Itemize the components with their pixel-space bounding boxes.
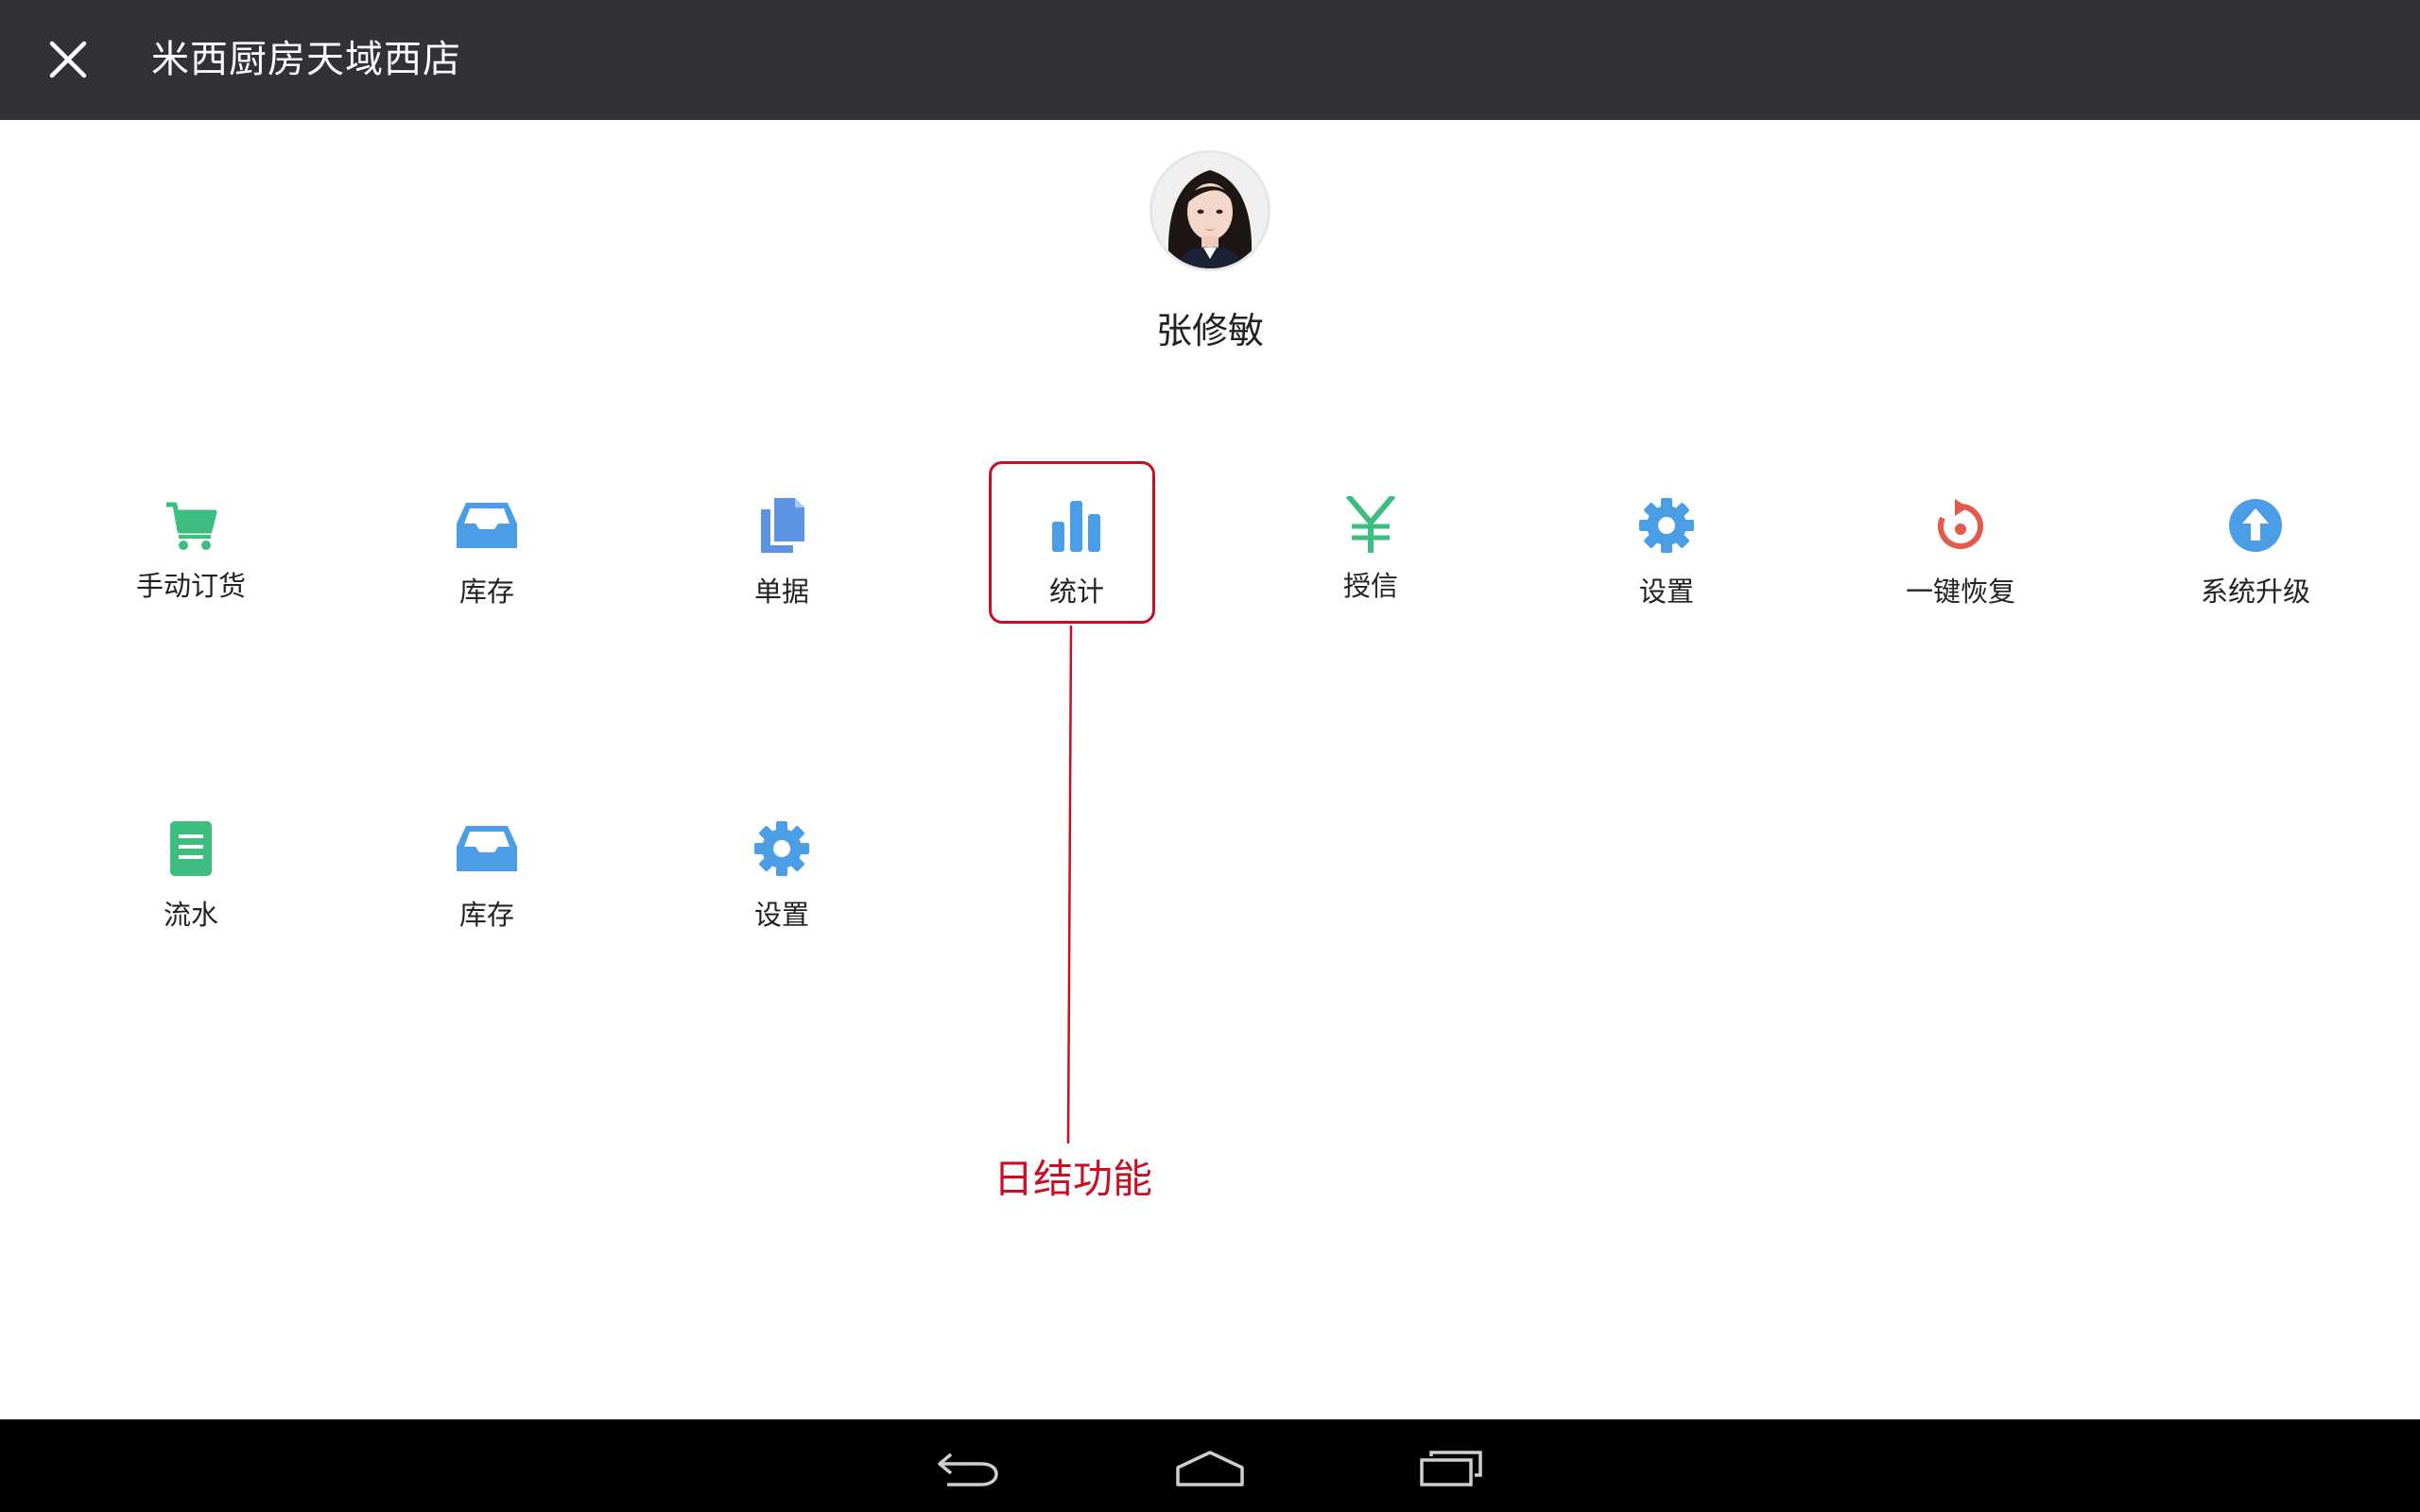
menu-item-label: 库存 [458, 576, 514, 608]
gear-icon [1639, 498, 1694, 553]
store-title: 米西厨房天域西店 [151, 38, 461, 81]
inbox-tray-icon [457, 503, 517, 548]
menu-item-transactions[interactable]: 流水 [78, 805, 304, 966]
app-header: 米西厨房天域西店 [0, 0, 2420, 120]
back-icon [938, 1452, 998, 1486]
close-icon [49, 41, 87, 78]
menu-item-label: 设置 [753, 899, 809, 931]
menu-item-label: 统计 [1048, 576, 1104, 608]
user-avatar-photo [1152, 153, 1268, 268]
avatar[interactable] [1150, 150, 1270, 271]
menu-item-one-click-restore[interactable]: 一键恢复 [1847, 482, 2074, 643]
menu-item-label: 单据 [753, 576, 809, 608]
menu-item-credit[interactable]: 授信 [1257, 482, 1484, 643]
close-button[interactable] [40, 30, 96, 89]
gear-icon [754, 821, 809, 876]
menu-item-manual-order[interactable]: 手动订货 [78, 482, 304, 643]
menu-item-label: 授信 [1342, 570, 1398, 602]
annotation-label: 日结功能 [993, 1156, 1152, 1202]
menu-item-system-upgrade[interactable]: 系统升级 [2142, 482, 2369, 643]
menu-item-label: 流水 [163, 899, 218, 931]
upgrade-arrow-icon [2229, 499, 2282, 552]
yen-icon [1345, 496, 1396, 553]
recents-button[interactable] [1405, 1435, 1499, 1501]
menu-item-inventory[interactable]: 库存 [373, 482, 600, 643]
restore-icon [1938, 499, 1983, 549]
back-button[interactable] [921, 1435, 1015, 1501]
menu-item-label: 手动订货 [135, 570, 246, 602]
menu-item-settings[interactable]: 设置 [1553, 482, 1780, 643]
menu-item-inventory-2[interactable]: 库存 [373, 805, 600, 966]
documents-icon [761, 498, 804, 553]
bar-chart-icon [1052, 501, 1100, 552]
menu-item-documents[interactable]: 单据 [668, 482, 895, 643]
cart-icon [166, 502, 217, 550]
inbox-tray-icon [457, 826, 517, 871]
ledger-icon [170, 821, 212, 876]
menu-item-settings-2[interactable]: 设置 [668, 805, 895, 966]
home-button[interactable] [1163, 1435, 1257, 1501]
user-name: 张修敏 [1155, 310, 1264, 352]
menu-item-label: 库存 [458, 899, 514, 931]
menu-item-label: 一键恢复 [1905, 576, 2015, 608]
recents-icon [1420, 1451, 1482, 1486]
menu-item-label: 设置 [1638, 576, 1694, 608]
home-icon [1176, 1451, 1244, 1486]
menu-item-label: 系统升级 [2200, 576, 2310, 608]
menu-item-statistics[interactable]: 统计 [963, 482, 1190, 643]
system-navigation-bar [0, 1419, 2420, 1512]
